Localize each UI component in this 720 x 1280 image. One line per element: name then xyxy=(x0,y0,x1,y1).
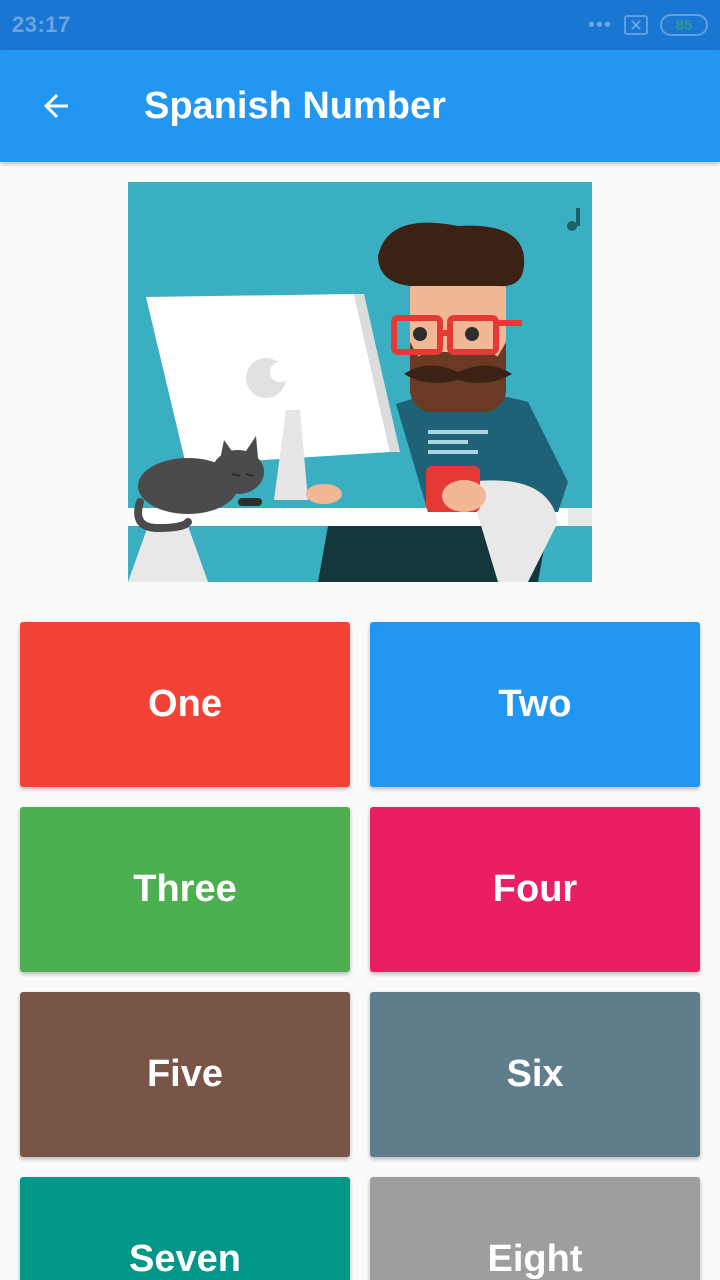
page-title: Spanish Number xyxy=(144,85,446,127)
battery-icon: 85 xyxy=(660,14,708,36)
number-button-two[interactable]: Two xyxy=(370,622,700,787)
number-button-four[interactable]: Four xyxy=(370,807,700,972)
number-button-one[interactable]: One xyxy=(20,622,350,787)
number-button-eight[interactable]: Eight xyxy=(370,1177,700,1280)
number-button-six[interactable]: Six xyxy=(370,992,700,1157)
no-sim-icon xyxy=(624,15,648,35)
number-button-three[interactable]: Three xyxy=(20,807,350,972)
status-time: 23:17 xyxy=(12,12,71,37)
developer-illustration xyxy=(128,182,592,582)
status-icons: ••• 85 xyxy=(588,14,708,36)
back-button[interactable] xyxy=(26,76,86,136)
number-button-five[interactable]: Five xyxy=(20,992,350,1157)
hero-image xyxy=(128,182,592,582)
app-bar: Spanish Number xyxy=(0,50,720,162)
status-bar: 23:17 ••• 85 xyxy=(0,0,720,50)
arrow-left-icon xyxy=(44,94,68,118)
number-button-seven[interactable]: Seven xyxy=(20,1177,350,1280)
status-dots: ••• xyxy=(587,14,612,36)
